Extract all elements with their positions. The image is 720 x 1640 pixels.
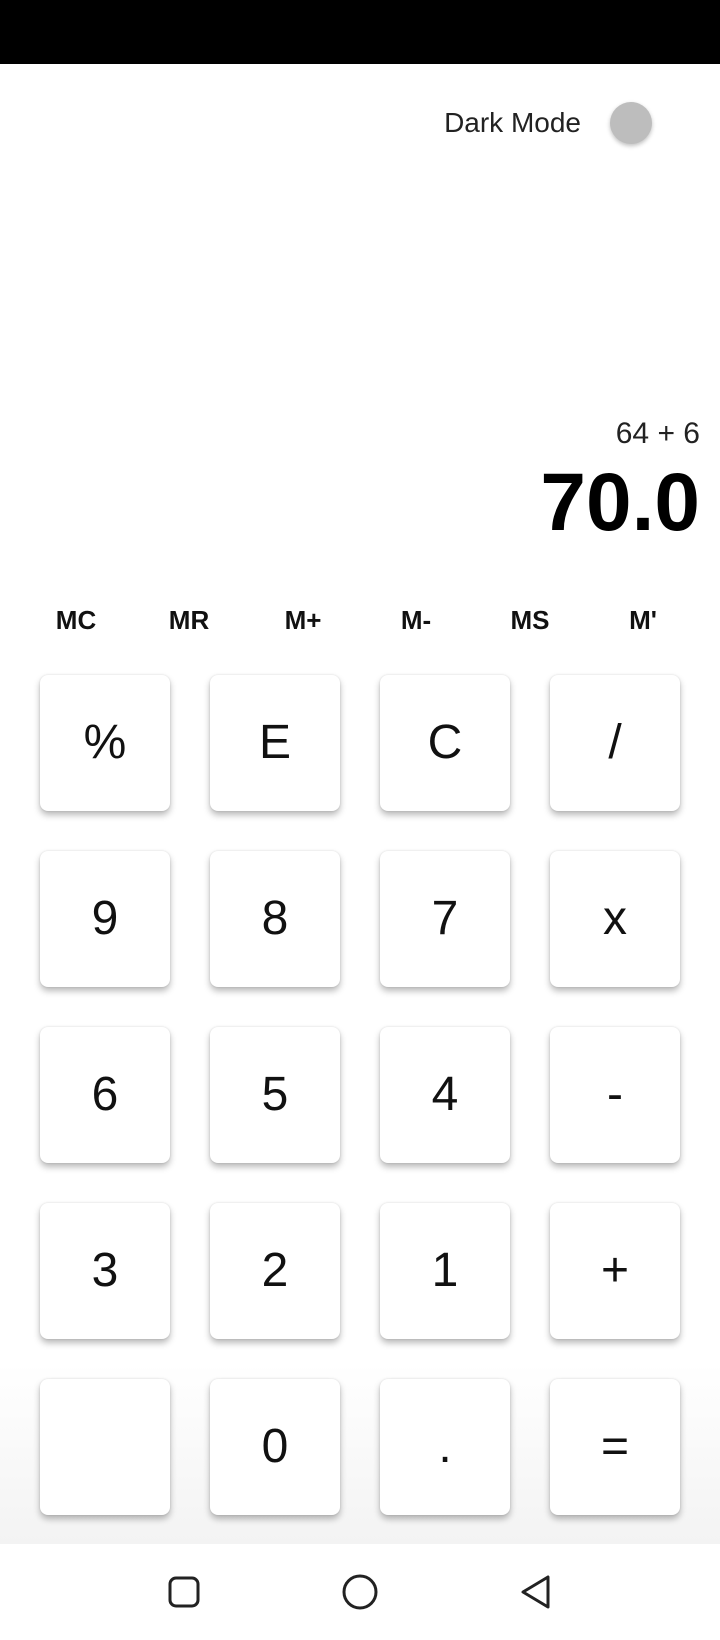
digit-6-key[interactable]: 6 — [40, 1027, 170, 1163]
memory-add-button[interactable]: M+ — [258, 600, 348, 640]
dark-mode-toggle[interactable] — [610, 102, 652, 144]
recent-apps-icon[interactable] — [164, 1572, 204, 1612]
subtract-key[interactable]: - — [550, 1027, 680, 1163]
digit-5-key[interactable]: 5 — [210, 1027, 340, 1163]
divide-key[interactable]: / — [550, 675, 680, 811]
add-key[interactable]: + — [550, 1203, 680, 1339]
digit-4-key[interactable]: 4 — [380, 1027, 510, 1163]
memory-clear-button[interactable]: MC — [31, 600, 121, 640]
digit-0-key[interactable]: 0 — [210, 1379, 340, 1515]
clear-key[interactable]: C — [380, 675, 510, 811]
dark-mode-row: Dark Mode — [0, 100, 720, 146]
navigation-bar — [0, 1544, 720, 1640]
calculator-screen: Dark Mode 64 + 6 70.0 MC MR M+ M- MS M' … — [0, 0, 720, 1640]
decimal-key[interactable]: . — [380, 1379, 510, 1515]
memory-store-button[interactable]: MS — [485, 600, 575, 640]
digit-2-key[interactable]: 2 — [210, 1203, 340, 1339]
digit-1-key[interactable]: 1 — [380, 1203, 510, 1339]
exponent-key[interactable]: E — [210, 675, 340, 811]
digit-7-key[interactable]: 7 — [380, 851, 510, 987]
dark-mode-label: Dark Mode — [444, 107, 581, 138]
memory-recall-button[interactable]: MR — [144, 600, 234, 640]
memory-row: MC MR M+ M- MS M' — [0, 600, 720, 640]
memory-list-button[interactable]: M' — [598, 600, 688, 640]
digit-3-key[interactable]: 3 — [40, 1203, 170, 1339]
home-icon[interactable] — [340, 1572, 380, 1612]
digit-8-key[interactable]: 8 — [210, 851, 340, 987]
status-bar — [0, 0, 720, 64]
equals-key[interactable]: = — [550, 1379, 680, 1515]
percent-key[interactable]: % — [40, 675, 170, 811]
digit-9-key[interactable]: 9 — [40, 851, 170, 987]
memory-subtract-button[interactable]: M- — [371, 600, 461, 640]
multiply-key[interactable]: x — [550, 851, 680, 987]
result-display: 70.0 — [540, 457, 700, 548]
expression-display: 64 + 6 — [615, 417, 700, 450]
blank-key[interactable] — [40, 1379, 170, 1515]
back-icon[interactable] — [516, 1572, 556, 1612]
